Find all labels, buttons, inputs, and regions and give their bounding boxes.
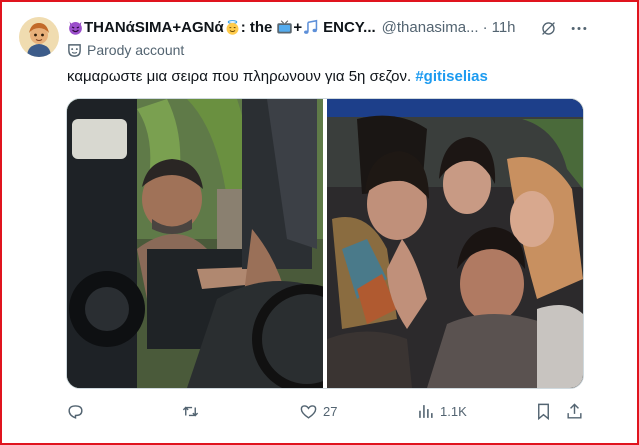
retweet-button[interactable] — [181, 400, 200, 422]
media-photo-right[interactable] — [327, 99, 583, 388]
display-name-tail: : the — [240, 18, 273, 36]
plus-sign: + — [293, 18, 303, 36]
reply-icon — [68, 404, 83, 419]
bookmark-icon — [538, 403, 549, 420]
timestamp[interactable]: 11h — [492, 19, 516, 36]
angel-emoji-icon — [226, 19, 239, 35]
more-icon[interactable] — [569, 20, 589, 37]
views-count: 1.1K — [440, 403, 467, 419]
display-name-text: THANάSIMA+AGNά — [84, 18, 224, 36]
tweet-text: καμαρωστε μια σειρα που πληρωνουν για 5η… — [67, 68, 488, 85]
avatar[interactable] — [19, 17, 59, 57]
tweet-media[interactable] — [66, 98, 584, 389]
parody-badge: Parody account — [67, 41, 184, 59]
display-name[interactable]: THANάSIMA+AGNά : the + ENCY... — [67, 19, 376, 36]
action-bar: 27 1.1K — [2, 400, 637, 422]
like-icon — [300, 404, 317, 419]
tweet-body: καμαρωστε μια σειρα που πληρωνουν για 5η… — [67, 68, 412, 85]
music-notes-emoji-icon — [304, 19, 318, 34]
separator-dot: · — [482, 18, 488, 36]
grok-icon[interactable] — [540, 20, 557, 37]
tweet-header: THANάSIMA+AGNά : the + ENCY... @thanasim… — [67, 17, 607, 37]
screenshot-frame: THANάSIMA+AGNά : the + ENCY... @thanasim… — [0, 0, 639, 445]
devil-emoji-icon — [69, 21, 82, 35]
tv-emoji-icon — [277, 19, 293, 33]
like-button[interactable]: 27 — [299, 400, 337, 422]
share-icon — [567, 402, 582, 419]
parody-mask-icon — [68, 43, 81, 57]
like-count: 27 — [323, 403, 338, 419]
views-button[interactable]: 1.1K — [416, 400, 467, 422]
share-button[interactable] — [565, 400, 584, 422]
bookmark-button[interactable] — [534, 400, 553, 422]
parody-label: Parody account — [87, 42, 185, 58]
retweet-icon — [182, 406, 199, 416]
views-icon — [419, 404, 433, 418]
tweet-card[interactable]: THANάSIMA+AGNά : the + ENCY... @thanasim… — [2, 2, 637, 443]
reply-button[interactable] — [66, 400, 85, 422]
handle[interactable]: @thanasima... — [382, 19, 479, 36]
hashtag-link[interactable]: #gitiselias — [415, 68, 488, 85]
display-name-end: ENCY... — [323, 18, 376, 36]
media-photo-left[interactable] — [67, 99, 362, 388]
